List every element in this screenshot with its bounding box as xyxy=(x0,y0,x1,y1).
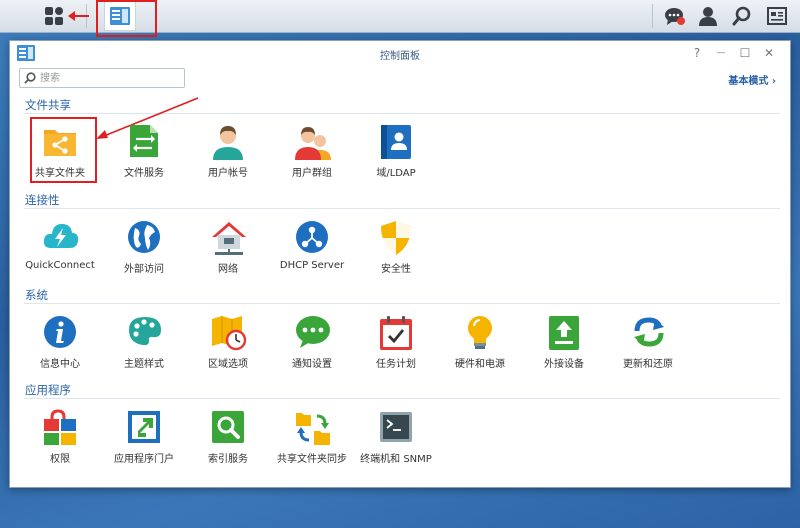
annotation-arrow-taskbar xyxy=(68,10,90,25)
search-icon[interactable] xyxy=(728,0,756,32)
domain-ldap-icon xyxy=(379,124,413,160)
regional-options-icon xyxy=(211,315,247,351)
section-divider xyxy=(24,208,780,209)
widgets-icon[interactable] xyxy=(762,0,792,32)
section-title-system: 系统 xyxy=(25,288,48,302)
item-shared-folder-sync[interactable]: 共享文件夹同步 xyxy=(270,410,354,480)
item-update-restore[interactable]: 更新和还原 xyxy=(606,315,690,385)
item-label: 信息中心 xyxy=(40,359,80,370)
item-regional-options[interactable]: 区域选项 xyxy=(186,315,270,385)
item-label: 任务计划 xyxy=(376,359,416,370)
item-label: 索引服务 xyxy=(208,454,248,465)
item-dhcp-server[interactable]: DHCP Server xyxy=(270,220,354,290)
item-label: 区域选项 xyxy=(208,359,248,370)
item-file-services[interactable]: 文件服务 xyxy=(102,124,186,194)
quickconnect-icon xyxy=(43,220,79,256)
task-scheduler-icon xyxy=(379,315,413,351)
theme-icon xyxy=(127,315,161,351)
help-button[interactable]: ? xyxy=(690,46,704,60)
item-theme[interactable]: 主题样式 xyxy=(102,315,186,385)
file-services-icon xyxy=(127,124,161,160)
external-access-icon xyxy=(127,220,161,256)
item-terminal-snmp[interactable]: 终端机和 SNMP xyxy=(354,410,438,480)
item-label: 权限 xyxy=(50,454,70,465)
annotation-box-shared-folder xyxy=(30,117,97,183)
taskbar xyxy=(0,0,800,37)
user-account-icon xyxy=(211,124,245,160)
search-box[interactable] xyxy=(19,68,185,88)
user-group-icon xyxy=(295,124,331,160)
hardware-power-icon xyxy=(463,315,497,351)
item-label: 应用程序门户 xyxy=(114,454,174,465)
item-label: 域/LDAP xyxy=(376,168,416,179)
item-label: 网络 xyxy=(218,264,238,275)
section-divider xyxy=(24,398,780,399)
item-quickconnect[interactable]: QuickConnect xyxy=(18,220,102,290)
basic-mode-link[interactable]: 基本模式 › xyxy=(728,72,776,87)
info-center-icon xyxy=(43,315,77,351)
item-label: 终端机和 SNMP xyxy=(360,454,432,465)
notification-icon xyxy=(295,315,330,351)
window-titlebar[interactable]: 控制面板 ? — ☐ ✕ xyxy=(10,41,790,65)
item-label: 安全性 xyxy=(381,264,411,275)
item-label: QuickConnect xyxy=(25,260,95,271)
application-portal-icon xyxy=(127,410,161,446)
item-network[interactable]: 网络 xyxy=(186,220,270,290)
item-info-center[interactable]: 信息中心 xyxy=(18,315,102,385)
item-label: 主题样式 xyxy=(124,359,164,370)
minimize-button[interactable]: — xyxy=(714,46,728,60)
privileges-icon xyxy=(43,409,77,446)
item-user-account[interactable]: 用户帐号 xyxy=(186,124,270,194)
item-external-access[interactable]: 外部访问 xyxy=(102,220,186,290)
network-icon xyxy=(211,220,246,256)
item-label: 共享文件夹同步 xyxy=(277,454,347,465)
control-panel-window: 控制面板 ? — ☐ ✕ 基本模式 › 文件共享 共享文件夹 xyxy=(9,40,791,488)
update-restore-icon xyxy=(631,315,665,351)
item-label: 外接设备 xyxy=(544,359,584,370)
item-label: DHCP Server xyxy=(279,260,345,271)
item-indexing-service[interactable]: 索引服务 xyxy=(186,410,270,480)
section-title-file-sharing: 文件共享 xyxy=(25,98,71,112)
item-label: 文件服务 xyxy=(124,168,164,179)
item-label: 用户群组 xyxy=(292,168,332,179)
annotation-box-taskbar xyxy=(96,0,157,37)
item-label: 硬件和电源 xyxy=(455,359,505,370)
section-title-connectivity: 连接性 xyxy=(25,193,60,207)
item-domain-ldap[interactable]: 域/LDAP xyxy=(354,124,438,194)
dhcp-server-icon xyxy=(295,220,329,256)
item-task-scheduler[interactable]: 任务计划 xyxy=(354,315,438,385)
search-icon xyxy=(24,72,36,87)
item-hardware-power[interactable]: 硬件和电源 xyxy=(438,315,522,385)
item-privileges[interactable]: 权限 xyxy=(18,409,102,480)
item-notification[interactable]: 通知设置 xyxy=(270,315,354,385)
external-devices-icon xyxy=(547,315,581,351)
item-application-portal[interactable]: 应用程序门户 xyxy=(102,410,186,480)
terminal-snmp-icon xyxy=(379,410,413,446)
item-label: 用户帐号 xyxy=(208,168,248,179)
window-title: 控制面板 xyxy=(380,51,420,62)
close-button[interactable]: ✕ xyxy=(762,46,776,60)
item-label: 外部访问 xyxy=(124,264,164,275)
chat-icon[interactable] xyxy=(660,0,690,32)
user-icon[interactable] xyxy=(694,0,722,32)
item-user-group[interactable]: 用户群组 xyxy=(270,124,354,194)
shared-folder-sync-icon xyxy=(295,410,330,446)
search-input[interactable] xyxy=(40,70,180,86)
main-menu-icon[interactable] xyxy=(40,0,68,32)
item-external-devices[interactable]: 外接设备 xyxy=(522,315,606,385)
item-security[interactable]: 安全性 xyxy=(354,220,438,290)
maximize-button[interactable]: ☐ xyxy=(738,46,752,60)
section-divider xyxy=(24,303,780,304)
indexing-service-icon xyxy=(211,410,245,446)
section-title-applications: 应用程序 xyxy=(25,383,71,397)
security-icon xyxy=(379,220,413,256)
item-label: 通知设置 xyxy=(292,359,332,370)
item-label: 更新和还原 xyxy=(623,359,673,370)
